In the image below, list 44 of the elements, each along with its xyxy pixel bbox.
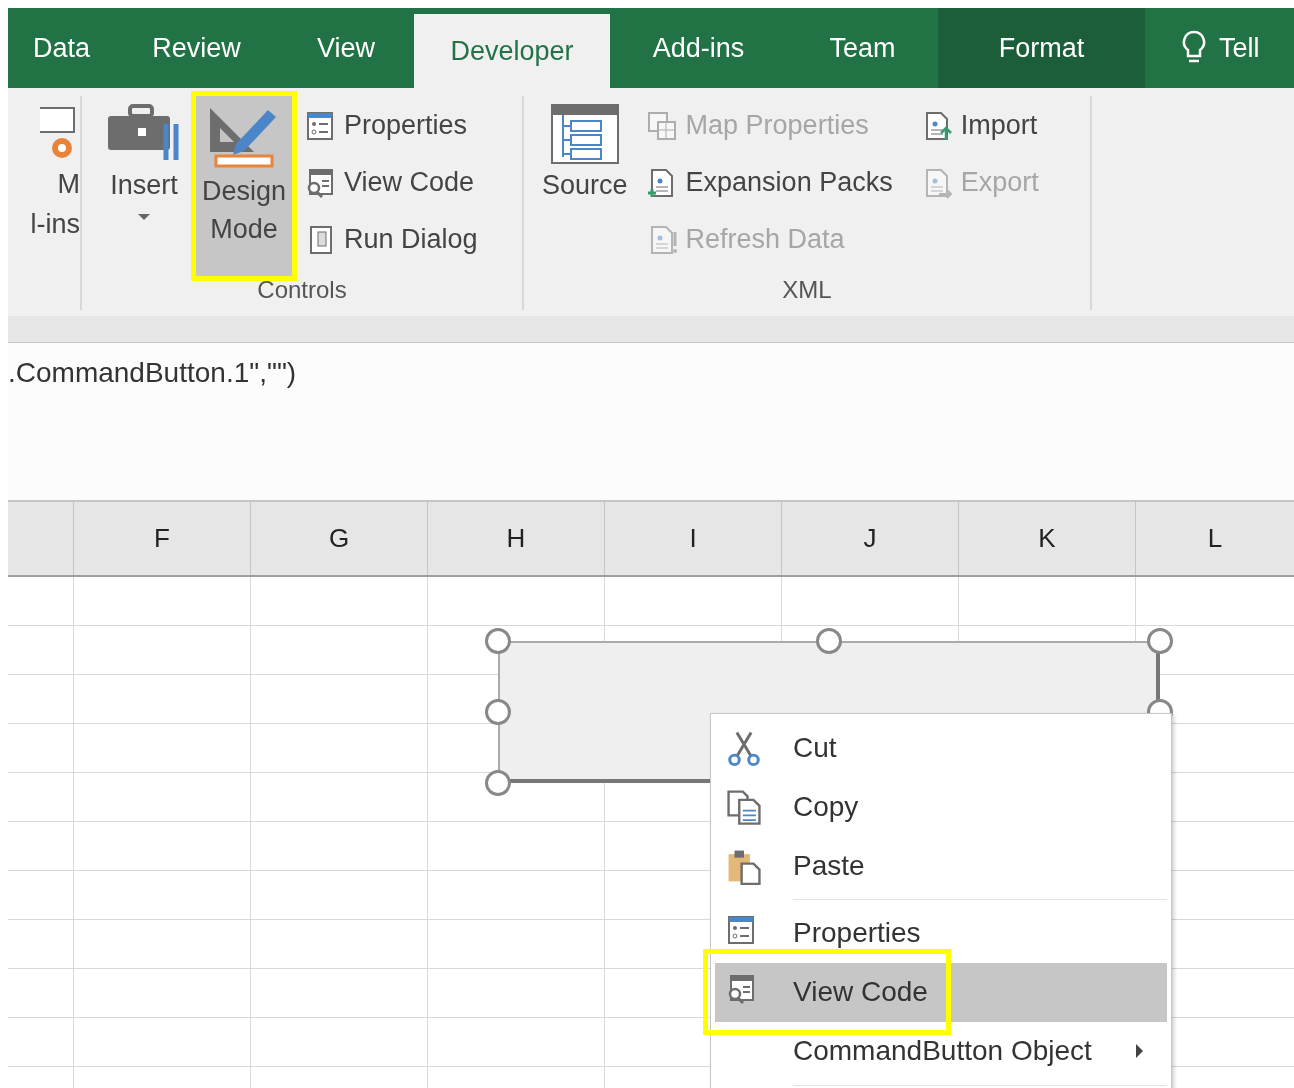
column-header[interactable]: F [73, 502, 250, 575]
resize-handle[interactable] [485, 770, 511, 796]
column-header[interactable]: G [250, 502, 427, 575]
column-header[interactable]: I [604, 502, 781, 575]
formula-text: .CommandButton.1","") [8, 357, 297, 388]
resize-handle[interactable] [816, 628, 842, 654]
ribbon-tab[interactable]: Data [8, 8, 115, 88]
ribbon-tab[interactable]: Developer [414, 14, 610, 88]
ribbon-button[interactable]: Properties [300, 102, 482, 149]
group-label: Controls [256, 276, 348, 305]
menu-item[interactable]: Copy [715, 777, 1167, 836]
caret-icon [138, 214, 150, 220]
menu-item[interactable]: Cut [715, 718, 1167, 777]
property-list-icon [725, 914, 757, 946]
column-header[interactable]: L [1135, 502, 1294, 575]
ribbon-button[interactable]: Import [916, 102, 1043, 149]
menu-item[interactable]: Paste [715, 836, 1167, 895]
ribbon-label[interactable]: M [57, 164, 80, 204]
ribbon-tab[interactable]: Add-ins [610, 8, 787, 88]
column-header[interactable]: H [427, 502, 604, 575]
ribbon-label[interactable]: l-ins [30, 204, 80, 244]
resize-handle[interactable] [485, 628, 511, 654]
ribbon-large-button[interactable]: Insert [100, 96, 188, 276]
menu-item[interactable]: Properties [715, 903, 1167, 963]
resize-handle[interactable] [1147, 628, 1173, 654]
column-header[interactable]: J [781, 502, 958, 575]
tell-me-box[interactable]: Tell [1145, 8, 1286, 88]
ribbon-button[interactable]: Run Dialog [300, 216, 482, 263]
ribbon-button[interactable]: View Code [300, 159, 482, 206]
ribbon-tab[interactable]: Team [787, 8, 938, 88]
column-header[interactable]: K [958, 502, 1135, 575]
resize-handle[interactable] [485, 699, 511, 725]
xml-tree-icon [548, 102, 621, 166]
submenu-arrow-icon [1136, 1044, 1143, 1058]
ribbon-tab[interactable]: Review [115, 8, 278, 88]
table-icon [645, 109, 678, 142]
documents-icon [725, 787, 763, 826]
menu-item[interactable]: View Code [715, 962, 1167, 1022]
menu-item[interactable]: CommandButton Object [715, 1021, 1167, 1081]
ribbon-button[interactable]: Expansion Packs [641, 159, 897, 206]
group-label: XML [781, 276, 833, 305]
ribbon-tab[interactable]: Format [938, 8, 1145, 88]
ribbon-large-button[interactable]: Source [536, 96, 634, 276]
ribbon-tab[interactable]: View [278, 8, 414, 88]
